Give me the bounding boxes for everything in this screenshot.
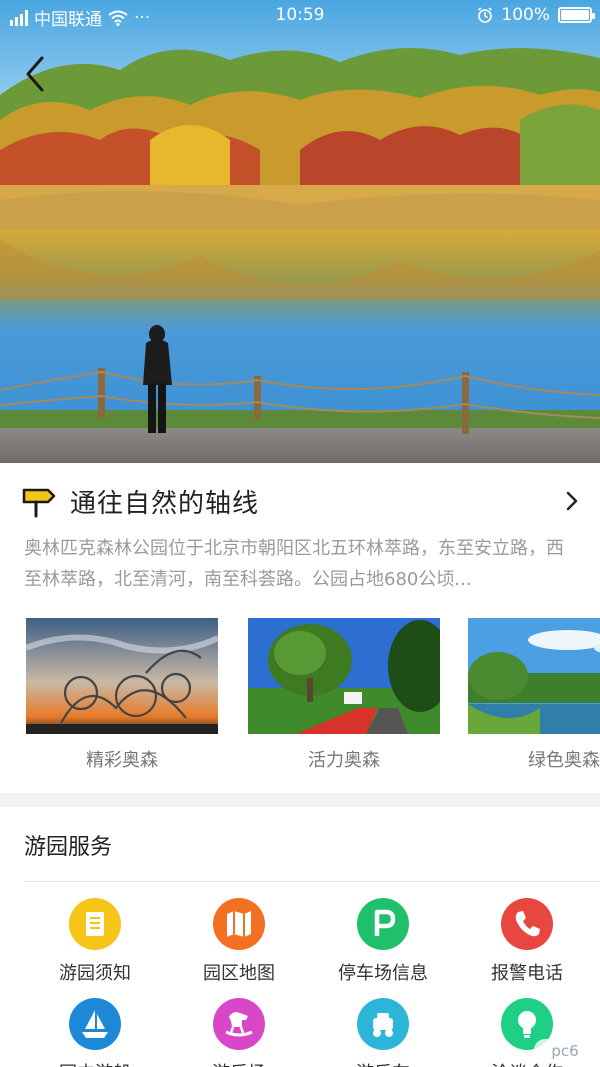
service-label: 报警电话 — [491, 963, 563, 984]
alarm-icon — [478, 7, 493, 23]
intro-header[interactable]: 通往自然的轴线 — [22, 481, 582, 521]
status-bar: 中国联通 ··· 10:59 100% — [0, 0, 600, 32]
battery-icon — [558, 7, 595, 23]
service-label: 园区地图 — [203, 963, 275, 984]
services-divider — [24, 881, 600, 882]
chevron-right-icon[interactable] — [562, 491, 582, 511]
phone-icon — [501, 898, 553, 950]
watermark-logo: pc6 — [534, 1039, 596, 1061]
service-item-visitor-notice[interactable]: 游园须知 — [25, 898, 165, 985]
gallery-label: 活力奥森 — [308, 750, 380, 771]
gallery: 精彩奥森 活力奥森 绿色奥森 — [26, 618, 600, 778]
gallery-item[interactable]: 活力奥森 — [248, 618, 440, 772]
gallery-label: 精彩奥森 — [86, 750, 158, 771]
hero-banner: 中国联通 ··· 10:59 100% — [0, 0, 600, 463]
services-title: 游园服务 — [24, 835, 113, 860]
battery-level — [561, 10, 589, 20]
tree-path-photo — [248, 618, 440, 734]
service-item-parking-info[interactable]: 停车场信息 — [313, 898, 453, 985]
rocking-horse-icon — [213, 998, 265, 1050]
service-item-ride-car[interactable]: 游乐车 — [313, 998, 453, 1067]
battery-percent: 100% — [501, 5, 550, 25]
service-item-boat[interactable]: 园中游船 — [25, 998, 165, 1067]
gallery-item[interactable]: 绿色奥森 — [468, 618, 600, 772]
parking-icon — [357, 898, 409, 950]
scooter-icon — [357, 998, 409, 1050]
intro-section: 通往自然的轴线 奥林匹克森林公园位于北京市朝阳区北五环林萃路，东至安立路，西至林… — [0, 463, 600, 793]
service-item-playground[interactable]: 游乐场 — [169, 998, 309, 1067]
service-item-park-map[interactable]: 园区地图 — [169, 898, 309, 985]
service-label: 园中游船 — [25, 1059, 165, 1067]
gallery-label: 绿色奥森 — [528, 750, 600, 771]
services-section: 游园服务 游园须知 园区地图 停车场信息 报警电话 — [0, 807, 600, 1067]
sculpture-sunset-photo — [26, 618, 218, 734]
intro-description: 奥林匹克森林公园位于北京市朝阳区北五环林萃路，东至安立路，西至林萃路，北至清河，… — [24, 538, 564, 590]
watermark-text: pc6 — [551, 1042, 578, 1060]
back-button[interactable] — [18, 52, 54, 96]
gallery-item[interactable]: 精彩奥森 — [26, 618, 218, 772]
map-icon — [213, 898, 265, 950]
sailboat-icon — [69, 998, 121, 1050]
service-label: 游乐场 — [169, 1059, 309, 1067]
hero-image — [0, 0, 600, 463]
notice-list-icon — [69, 898, 121, 950]
signpost-icon — [22, 488, 56, 518]
service-label: 游园须知 — [59, 963, 131, 984]
service-label: 停车场信息 — [338, 963, 428, 984]
service-label: 游乐车 — [313, 1059, 453, 1067]
service-item-emergency-phone[interactable]: 报警电话 — [457, 898, 597, 985]
status-right: 100% — [477, 5, 595, 25]
lake-green-photo — [468, 618, 600, 734]
intro-title: 通往自然的轴线 — [70, 488, 260, 519]
chevron-left-icon — [26, 56, 44, 92]
section-divider — [0, 793, 600, 807]
